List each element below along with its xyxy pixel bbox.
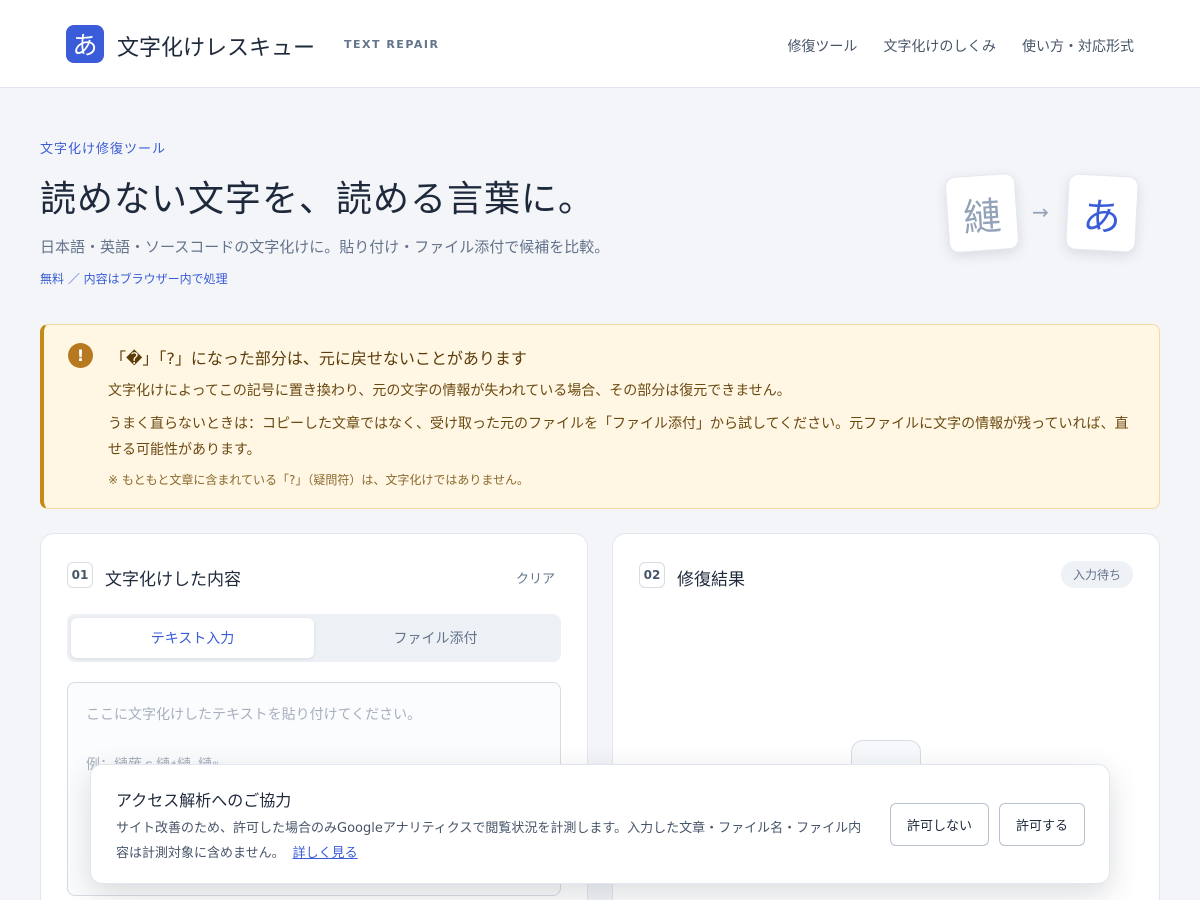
hero-eyebrow: 文字化け修復ツール — [40, 142, 167, 157]
tab-file-attach[interactable]: ファイル添付 — [314, 618, 557, 658]
learn-more-link[interactable]: 詳しく見る — [293, 846, 358, 861]
warning-title: 「�」「?」になった部分は、元に戻せないことがあります — [110, 349, 527, 368]
brand-tagline: TEXT REPAIR — [344, 38, 440, 51]
input-mode-tabs: テキスト入力 ファイル添付 — [67, 614, 561, 662]
allow-button[interactable]: 許可する — [999, 803, 1085, 846]
cookie-description: サイト改善のため、許可した場合のみGoogleアナリティクスで閲覧状況を計測しま… — [116, 821, 862, 861]
site-header: あ 文字化けレスキュー TEXT REPAIR 修復ツール 文字化けのしくみ 使… — [0, 0, 1200, 88]
deny-button[interactable]: 許可しない — [890, 803, 989, 846]
input-panel-title: 文字化けした内容 — [105, 570, 241, 590]
cookie-title: アクセス解析へのご協力 — [116, 791, 292, 810]
main-nav: 修復ツール 文字化けのしくみ 使い方・対応形式 — [787, 36, 1134, 56]
fixed-char-tile: あ — [1065, 173, 1139, 253]
warning-callout: ! 「�」「?」になった部分は、元に戻せないことがあります 文字化けによってこの… — [40, 324, 1160, 509]
step-badge: 02 — [639, 562, 665, 588]
result-panel-title: 修復結果 — [677, 570, 745, 590]
warning-body: 文字化けによってこの記号に置き換わり、元の文字の情報が失われている場合、その部分… — [108, 383, 791, 399]
status-badge: 入力待ち — [1060, 561, 1133, 588]
cookie-banner: アクセス解析へのご協力 サイト改善のため、許可した場合のみGoogleアナリティ… — [90, 764, 1110, 884]
nav-link-repair-tool[interactable]: 修復ツール — [787, 36, 857, 56]
warning-footnote: ※ もともと文章に含まれている「?」（疑問符）は、文字化けではありません。 — [108, 473, 530, 487]
exclamation-icon: ! — [68, 343, 93, 368]
arrow-icon: → — [1032, 200, 1049, 224]
brand-name[interactable]: 文字化けレスキュー — [117, 30, 315, 62]
tab-text-input[interactable]: テキスト入力 — [71, 618, 314, 658]
hero-subtitle: 日本語・英語・ソースコードの文字化けに。貼り付け・ファイル添付で候補を比較。 — [40, 238, 610, 256]
logo-icon[interactable]: あ — [66, 25, 104, 63]
warning-tip: うまく直らないときは：コピーした文章ではなく、受け取った元のファイルを「ファイル… — [108, 416, 1129, 458]
nav-link-how-it-works[interactable]: 文字化けのしくみ — [883, 36, 996, 56]
nav-link-usage-formats[interactable]: 使い方・対応形式 — [1022, 36, 1134, 56]
clear-button[interactable]: クリア — [516, 568, 555, 587]
step-badge: 01 — [67, 562, 93, 588]
broken-char-tile: 縺 — [944, 172, 1020, 254]
page-title: 読めない文字を、読める言葉に。 — [40, 179, 596, 220]
hero-note: 無料 ／ 内容はブラウザー内で処理 — [40, 272, 228, 286]
cookie-text: サイト改善のため、許可した場合のみGoogleアナリティクスで閲覧状況を計測しま… — [116, 816, 866, 866]
